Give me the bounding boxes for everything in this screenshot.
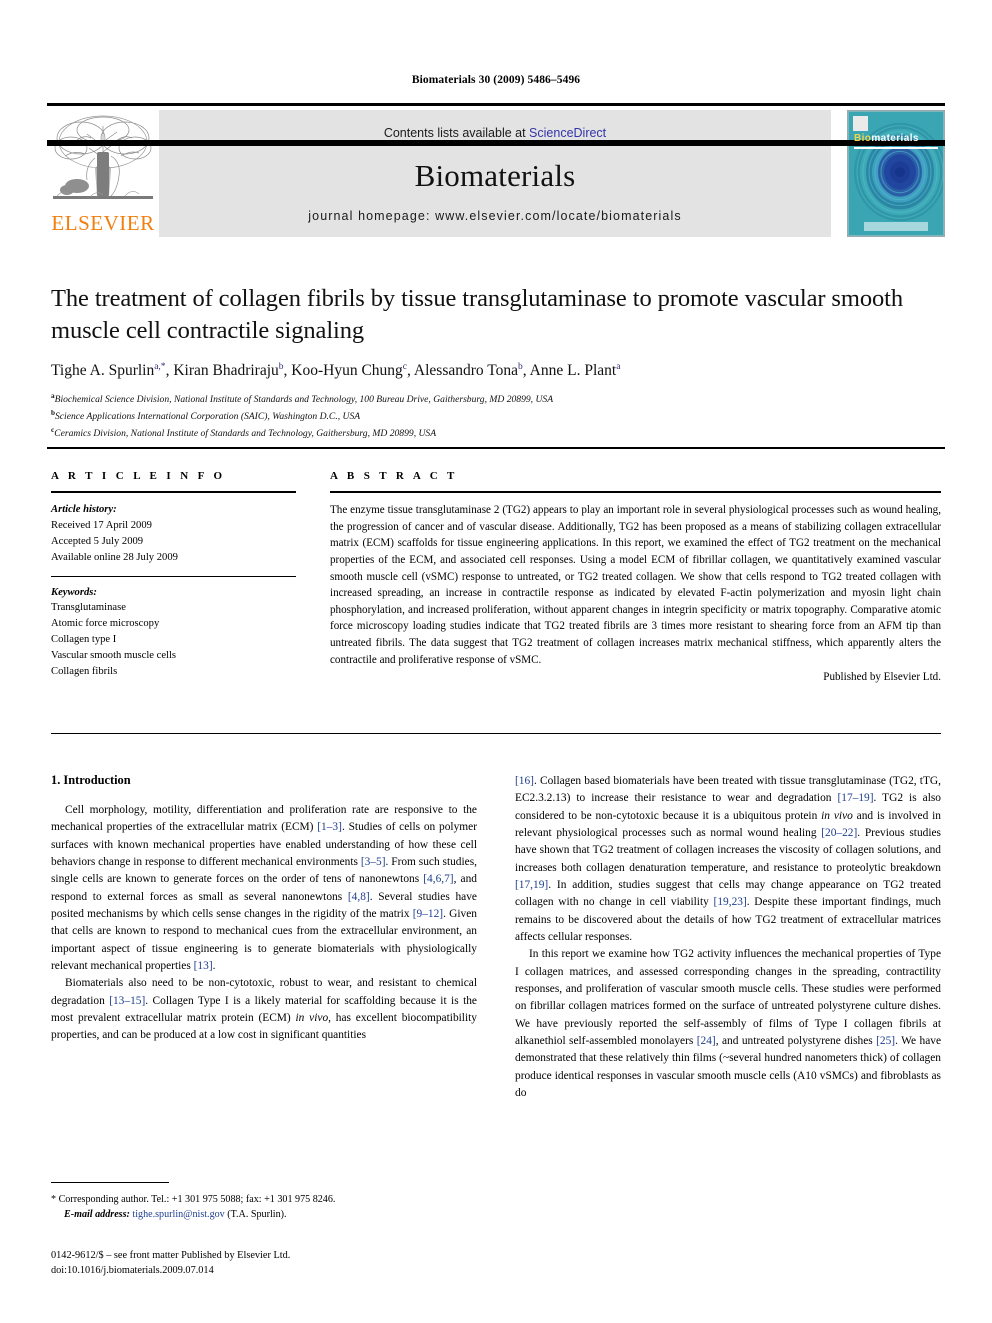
- author-marks: c: [402, 361, 407, 372]
- abstract-divider: [330, 491, 941, 493]
- article-history-item: Received 17 April 2009: [51, 519, 152, 531]
- article-info-column: A R T I C L E I N F O Article history: R…: [51, 470, 296, 683]
- article-info-heading: A R T I C L E I N F O: [51, 470, 226, 482]
- email-suffix: (T.A. Spurlin).: [227, 1209, 287, 1221]
- elsevier-logo: ELSEVIER: [47, 110, 159, 237]
- keywords-label: Keywords:: [51, 586, 97, 598]
- corresponding-author-note: * Corresponding author. Tel.: +1 301 975…: [51, 1194, 336, 1205]
- author-marks: b: [518, 361, 523, 372]
- keyword-item: Vascular smooth muscle cells: [51, 650, 177, 662]
- affiliation-list: aBiochemical Science Division, National …: [51, 391, 931, 442]
- cover-elsevier-mark-icon: [853, 116, 868, 131]
- abstract-column: A B S T R A C T The enzyme tissue transg…: [330, 470, 941, 683]
- imprint-block: 0142-9612/$ – see front matter Published…: [51, 1248, 491, 1279]
- section-heading-introduction: 1. Introduction: [51, 773, 131, 787]
- affiliation-text: Biochemical Science Division, National I…: [54, 394, 554, 405]
- body-columns: 1. Introduction Cell morphology, motilit…: [51, 773, 941, 1102]
- body-column-left: 1. Introduction Cell morphology, motilit…: [51, 773, 477, 1102]
- author-marks: b: [278, 361, 284, 372]
- footnote-rule: [51, 1182, 169, 1183]
- keywords-divider: [51, 575, 296, 577]
- author-list: Tighe A. Spurlina,*, Kiran Bhadrirajub, …: [51, 361, 621, 379]
- author-name: Koo-Hyun Chung: [291, 361, 403, 379]
- keyword-item: Atomic force microscopy: [51, 618, 160, 630]
- keyword-item: Transglutaminase: [51, 602, 126, 614]
- doi-line: doi:10.1016/j.biomaterials.2009.07.014: [51, 1265, 214, 1277]
- issn-front-matter: 0142-9612/$ – see front matter Published…: [51, 1250, 291, 1261]
- affiliation-item: aBiochemical Science Division, National …: [51, 391, 931, 408]
- banner-center: Contents lists available at ScienceDirec…: [159, 110, 831, 237]
- article-info-divider: [51, 491, 296, 493]
- author-entry: Koo-Hyun Chungc: [291, 362, 407, 379]
- author-name: Alessandro Tona: [413, 361, 519, 379]
- running-head: Biomaterials 30 (2009) 5486–5496: [411, 74, 581, 86]
- paragraph: Cell morphology, motility, differentiati…: [51, 804, 477, 972]
- contents-prefix: Contents lists available at: [383, 126, 530, 140]
- footnote-block: * Corresponding author. Tel.: +1 301 975…: [51, 1182, 477, 1222]
- paragraph: Biomaterials also need to be non-cytotox…: [51, 977, 477, 1042]
- author-name: Anne L. Plant: [529, 361, 617, 379]
- author-marks: a: [616, 361, 621, 372]
- abstract-text: The enzyme tissue transglutaminase 2 (TG…: [330, 504, 941, 666]
- body-column-right: [16]. Collagen based biomaterials have b…: [515, 773, 941, 1102]
- email-note: E-mail address: tighe.spurlin@nist.gov (…: [51, 1207, 477, 1222]
- contents-available-line: Contents lists available at ScienceDirec…: [159, 126, 831, 140]
- info-abstract-area: A R T I C L E I N F O Article history: R…: [51, 470, 941, 683]
- article-history-label: Article history:: [51, 504, 117, 515]
- keyword-item: Collagen fibrils: [51, 666, 118, 678]
- header-rule-top: [47, 103, 945, 106]
- elsevier-tree-icon: [53, 115, 153, 199]
- keyword-item: Collagen type I: [51, 634, 117, 646]
- journal-header-banner: ELSEVIER Contents lists available at Sci…: [47, 103, 945, 237]
- info-section-rule: [47, 447, 945, 449]
- cover-title-underline: [854, 147, 938, 149]
- cover-title-materials: materials: [871, 133, 919, 144]
- author-entry: Anne L. Planta: [530, 362, 621, 379]
- author-entry: Tighe A. Spurlina,*: [51, 362, 166, 379]
- title-block: The treatment of collagen fibrils by tis…: [51, 283, 931, 442]
- article-history-item: Available online 28 July 2009: [51, 551, 178, 563]
- cover-footer-bar: [864, 222, 928, 231]
- author-name: Kiran Bhadriraju: [173, 361, 279, 379]
- email-link[interactable]: tighe.spurlin@nist.gov: [132, 1209, 224, 1220]
- abstract-heading: A B S T R A C T: [330, 470, 458, 482]
- paragraph: [16]. Collagen based biomaterials have b…: [515, 775, 942, 943]
- author-entry: Alessandro Tonab: [414, 362, 523, 379]
- affiliation-text: Ceramics Division, National Institute of…: [54, 428, 437, 440]
- sciencedirect-link[interactable]: ScienceDirect: [529, 126, 606, 140]
- cover-title: Biomaterials: [854, 133, 919, 144]
- author-entry: Kiran Bhadrirajub: [173, 362, 283, 379]
- journal-title: Biomaterials: [414, 158, 576, 193]
- journal-cover-thumbnail[interactable]: Biomaterials: [847, 110, 945, 237]
- journal-homepage-link[interactable]: journal homepage: www.elsevier.com/locat…: [159, 209, 831, 223]
- affiliation-item: cCeramics Division, National Institute o…: [51, 425, 931, 442]
- page-title: The treatment of collagen fibrils by tis…: [51, 285, 903, 345]
- cover-title-bio: Bio: [854, 133, 872, 144]
- header-rule-bottom: [47, 140, 945, 146]
- author-name: Tighe A. Spurlin: [51, 361, 155, 379]
- paragraph: In this report we examine how TG2 activi…: [515, 948, 941, 1099]
- affiliation-text: Science Applications International Corpo…: [55, 411, 361, 423]
- abstract-end-rule: [51, 733, 941, 734]
- affiliation-item: bScience Applications International Corp…: [51, 408, 931, 425]
- author-marks: a,*: [154, 361, 166, 372]
- elsevier-wordmark: ELSEVIER: [51, 211, 155, 235]
- article-history-item: Accepted 5 July 2009: [51, 535, 144, 547]
- email-label: E-mail address:: [64, 1209, 130, 1221]
- paper-page: Biomaterials 30 (2009) 5486–5496 ELSEVIE…: [0, 0, 992, 1323]
- abstract-publisher-note: Published by Elsevier Ltd.: [823, 671, 941, 684]
